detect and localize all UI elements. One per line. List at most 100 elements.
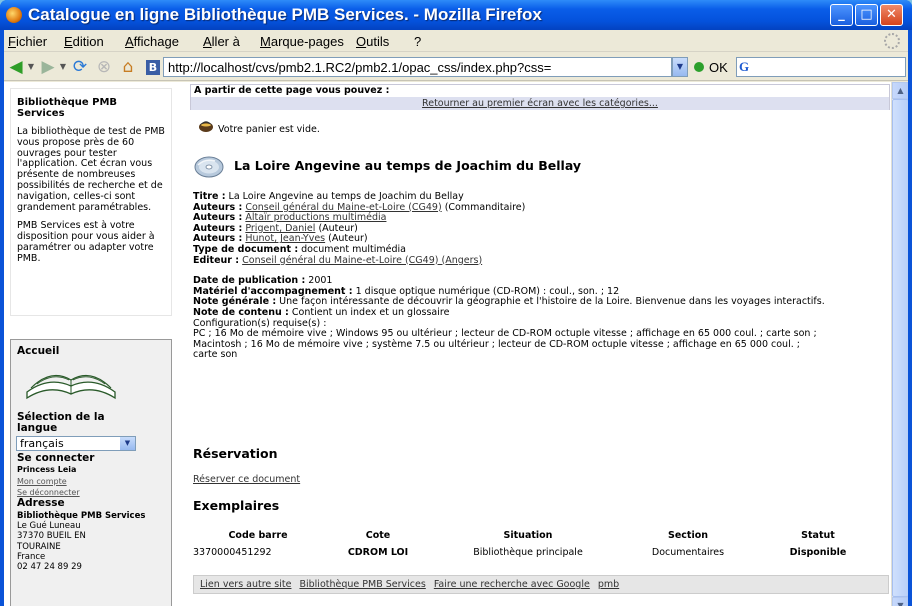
field-value: Contient un index et un glossaire (291, 306, 450, 318)
copies-table: Code barre Cote Situation Section Statut… (193, 528, 883, 562)
menu-aller-a[interactable]: Aller à (203, 34, 240, 49)
table-cell: Disponible (789, 547, 847, 558)
field-label: Matériel d'accompagnement : (193, 285, 353, 297)
scroll-down-icon[interactable]: ▼ (892, 597, 908, 606)
language-selection-title: Sélection de la langue (17, 411, 105, 434)
browser-window: Catalogue en ligne Bibliothèque PMB Serv… (0, 0, 912, 606)
forward-arrow-icon[interactable]: ▶ (38, 58, 58, 76)
footer-link[interactable]: Faire une recherche avec Google (434, 579, 590, 590)
language-select[interactable]: français ▼ (16, 436, 136, 451)
reserve-document-link[interactable]: Réserver ce document (193, 474, 300, 485)
field-value: document multimédia (301, 243, 406, 255)
reload-icon[interactable]: ⟳ (70, 58, 90, 76)
record-fields: Titre : La Loire Angevine au temps de Jo… (193, 191, 888, 361)
field-label: Auteurs : (193, 212, 243, 224)
table-row: 3370000451292 CDROM LOI Bibliothèque pri… (193, 543, 883, 562)
back-to-categories-link[interactable]: Retourner au premier écran avec les caté… (191, 97, 889, 110)
field-value: 2001 (308, 275, 333, 287)
field-value: Une façon intéressante de découvrir la g… (279, 296, 825, 308)
author-role: (Auteur) (318, 222, 358, 234)
table-cell: 3370000451292 (193, 547, 272, 558)
column-header: Situation (503, 530, 553, 541)
field-editeur: Editeur : Conseil général du Maine-et-Lo… (193, 254, 888, 267)
field-label: Note de contenu : (193, 306, 289, 318)
copies-heading: Exemplaires (193, 498, 280, 513)
field-label: Date de publication : (193, 275, 306, 287)
go-button[interactable]: OK (709, 60, 728, 75)
url-dropdown-icon[interactable]: ▼ (672, 57, 688, 77)
menu-bar: Fichier Edition Affichage Aller à Marque… (4, 30, 908, 52)
menu-outils[interactable]: Outils (356, 34, 389, 49)
table-cell: CDROM LOI (347, 547, 409, 558)
page-actions-label: A partir de cette page vous pouvez : (194, 85, 390, 96)
field-label: Editeur : (193, 254, 240, 266)
footer-link[interactable]: Lien vers autre site (200, 579, 291, 590)
sidebar: Bibliothèque PMB Services La bibliothèqu… (4, 82, 176, 606)
field-label: Note générale : (193, 296, 277, 308)
footer-link[interactable]: Bibliothèque PMB Services (299, 579, 425, 590)
address-line: Bibliothèque PMB Services (17, 511, 146, 521)
table-header-row: Code barre Cote Situation Section Statut (193, 528, 883, 543)
table-cell: Documentaires (651, 547, 725, 558)
author-link[interactable]: Prigent, Daniel (245, 223, 315, 234)
config-line: carte son (193, 349, 238, 361)
menu-marque-pages[interactable]: Marque-pages (260, 34, 344, 49)
address-line: Le Gué Luneau (17, 521, 81, 532)
window-body: Fichier Edition Affichage Aller à Marque… (4, 30, 908, 606)
my-account-link[interactable]: Mon compte (17, 477, 67, 486)
library-support-text: PMB Services est à votre disposition pou… (17, 220, 155, 264)
column-header: Section (667, 530, 708, 541)
go-icon[interactable] (694, 62, 704, 72)
home-icon[interactable]: ⌂ (118, 58, 138, 76)
config-line: Macintosh ; 16 Mo de mémoire vive ; syst… (193, 338, 800, 350)
logout-link[interactable]: Se déconnecter (17, 488, 80, 497)
address-line: 02 47 24 89 29 (17, 562, 82, 573)
stop-icon[interactable]: ⊗ (94, 58, 114, 76)
close-button[interactable]: ✕ (880, 4, 903, 26)
open-book-icon[interactable] (23, 362, 119, 404)
chevron-down-icon[interactable]: ▼ (120, 437, 135, 450)
accueil-heading[interactable]: Accueil (17, 345, 165, 357)
author-link[interactable]: Altaïr productions multimédia (245, 212, 386, 223)
main-content: A partir de cette page vous pouvez : Ret… (190, 82, 890, 606)
field-label: Auteurs : (193, 201, 243, 213)
scroll-up-icon[interactable]: ▲ (892, 82, 908, 99)
field-label: Auteurs : (193, 233, 243, 245)
address-line: France (17, 551, 46, 562)
library-info-box: Bibliothèque PMB Services La bibliothèqu… (10, 88, 172, 316)
menu-fichier[interactable]: Fichier (8, 34, 47, 49)
field-label: Auteurs : (193, 222, 243, 234)
author-link[interactable]: Hunot, Jean-Yves (245, 233, 325, 245)
minimize-button[interactable]: _ (830, 4, 853, 26)
vertical-scrollbar[interactable]: ▲ ▼ (891, 82, 908, 606)
username: Princess Leia (17, 465, 77, 474)
url-input[interactable]: http://localhost/cvs/pmb2.1.RC2/pmb2.1/o… (163, 57, 672, 77)
maximize-button[interactable]: □ (855, 4, 878, 26)
window-title: Catalogue en ligne Bibliothèque PMB Serv… (28, 5, 542, 24)
search-input[interactable]: G (736, 57, 906, 77)
back-arrow-icon[interactable]: ◀ (6, 58, 26, 76)
menu-affichage[interactable]: Affichage (125, 34, 179, 49)
field-label: Titre : (193, 191, 226, 202)
address-line: 37370 BUEIL EN (17, 531, 86, 542)
menu-help[interactable]: ? (414, 34, 421, 49)
field-label: Type de document : (193, 243, 299, 255)
author-role: (Auteur) (328, 233, 368, 245)
cd-rom-icon (194, 156, 224, 178)
library-title: Bibliothèque PMB Services (17, 97, 118, 119)
google-icon: G (739, 59, 750, 74)
footer-link[interactable]: pmb (598, 579, 619, 590)
column-header: Code barre (228, 530, 288, 541)
vertical-scroll-thumb[interactable] (892, 99, 908, 597)
menu-edition[interactable]: Edition (64, 34, 104, 49)
throbber-icon (884, 33, 900, 49)
address-heading: Adresse (17, 497, 65, 509)
back-dropdown-icon[interactable]: ▼ (26, 58, 36, 76)
author-link[interactable]: Conseil général du Maine-et-Loire (CG49) (245, 202, 441, 213)
navigation-box: Accueil Sélection de la langue français … (10, 339, 172, 606)
publisher-link[interactable]: Conseil général du Maine-et-Loire (CG49)… (242, 255, 482, 266)
navigation-toolbar: ◀ ▼ ▶ ▼ ⟳ ⊗ ⌂ B http://localhost/cvs/pmb… (4, 53, 908, 81)
field-value: La Loire Angevine au temps de Joachim du… (228, 191, 464, 202)
forward-dropdown-icon[interactable]: ▼ (58, 58, 68, 76)
title-bar[interactable]: Catalogue en ligne Bibliothèque PMB Serv… (0, 0, 912, 30)
